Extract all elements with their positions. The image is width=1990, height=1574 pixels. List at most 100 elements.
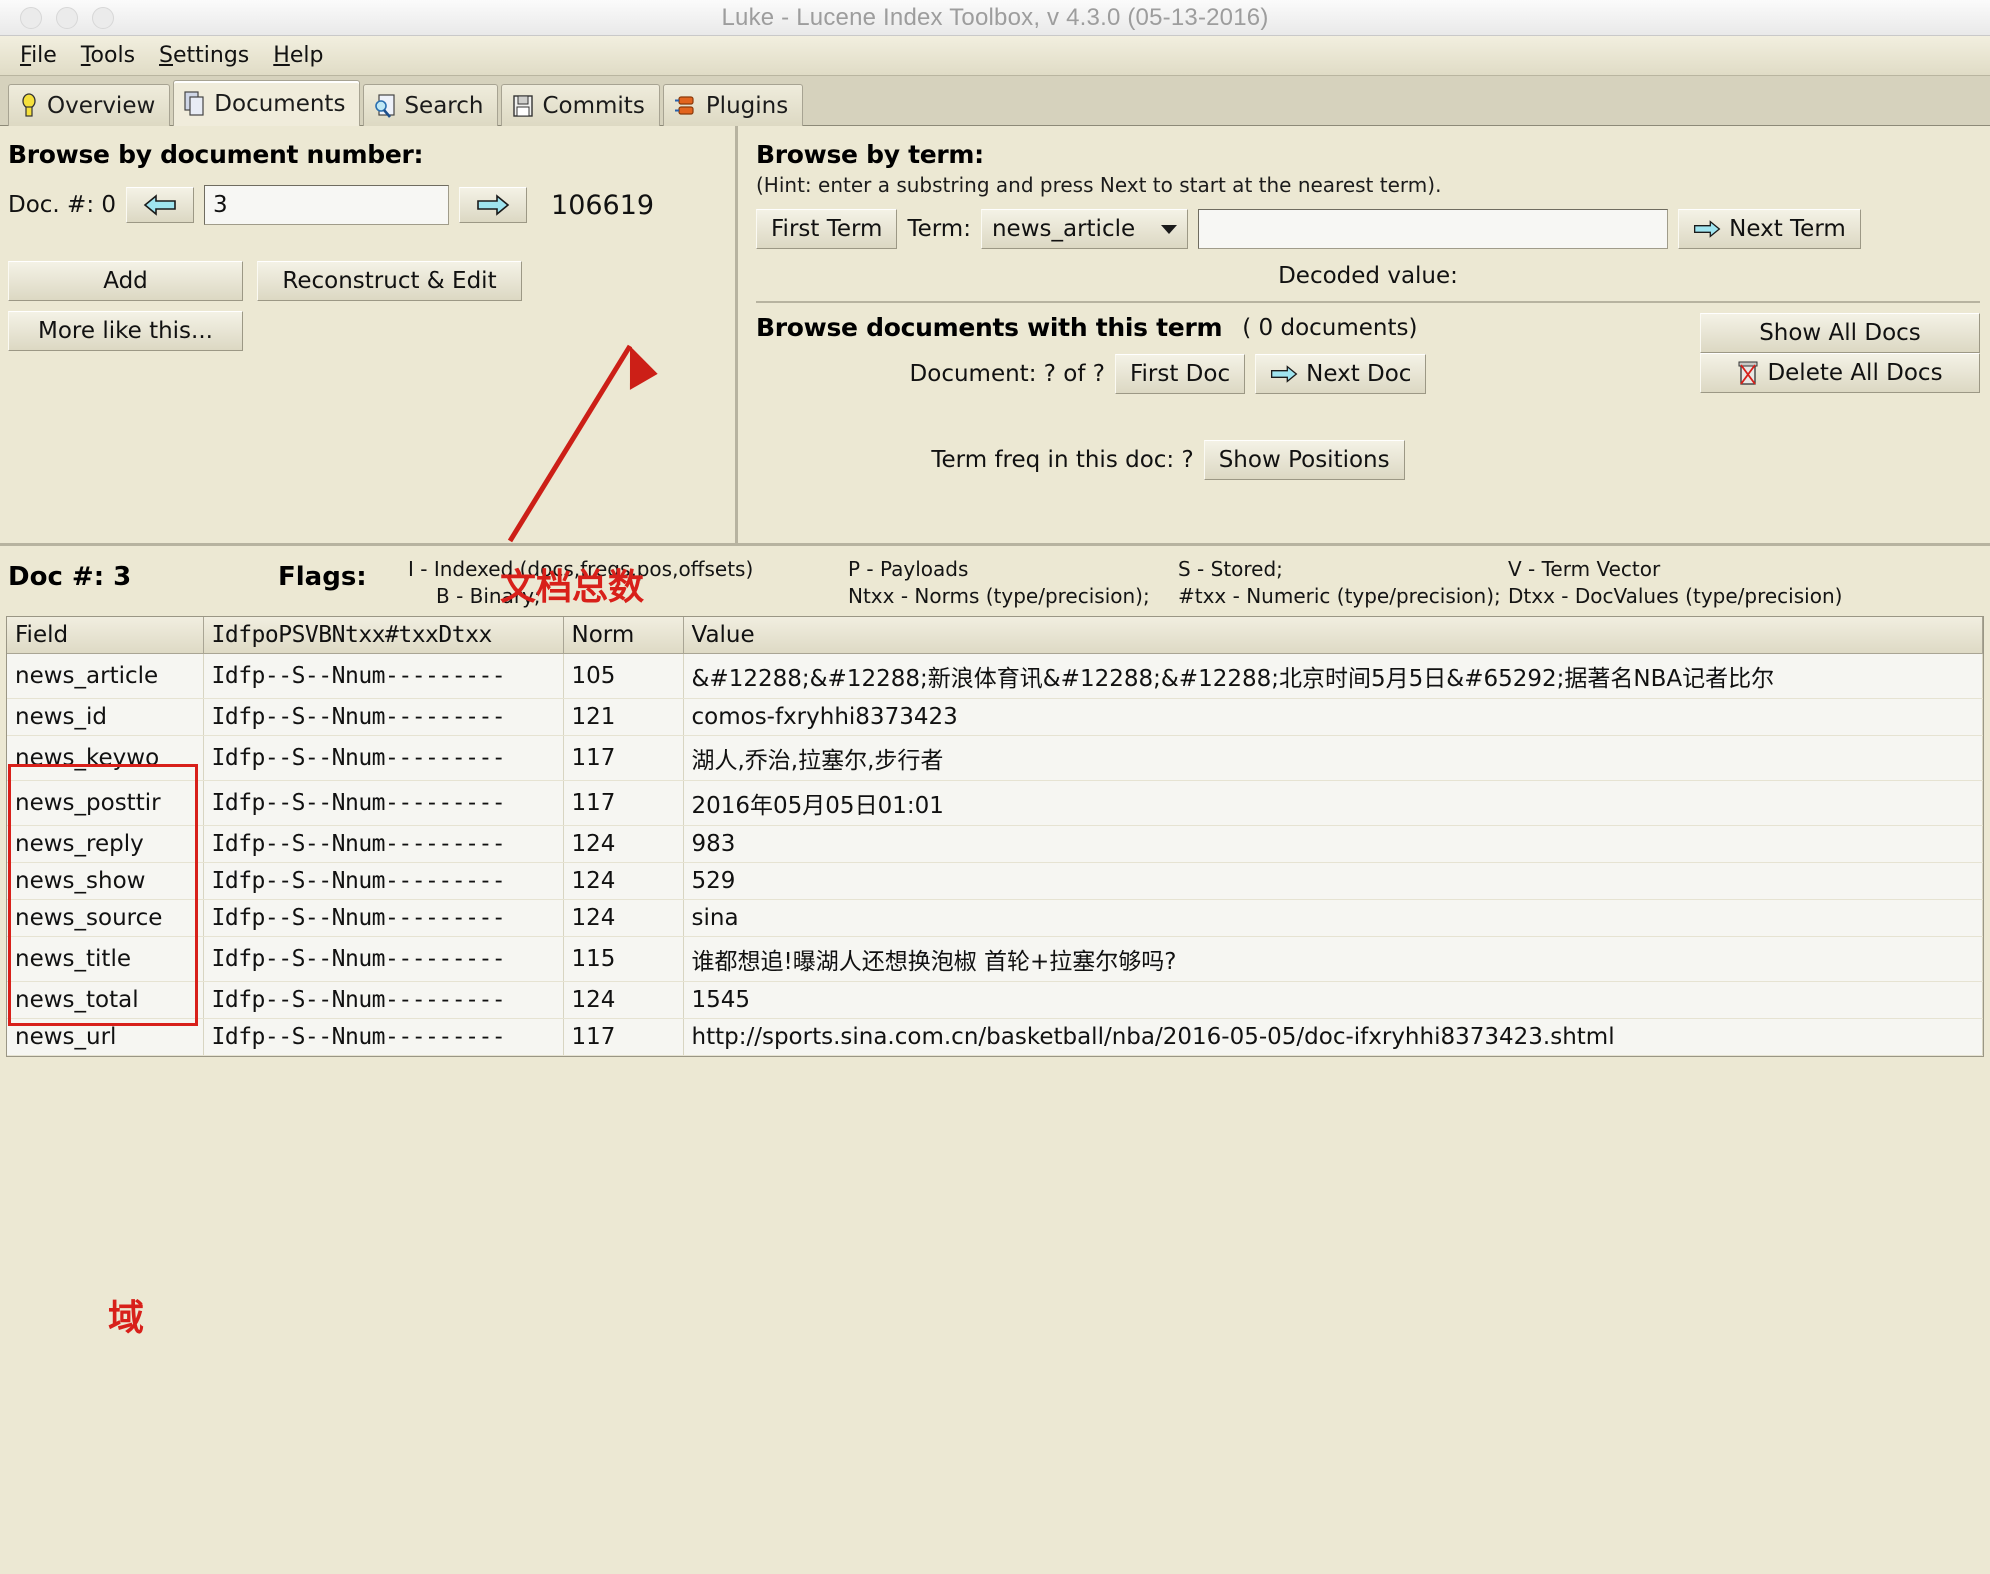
magnifier-icon bbox=[375, 93, 396, 118]
column-header-field[interactable]: Field bbox=[7, 617, 204, 654]
cell-norm[interactable]: 117 bbox=[563, 735, 684, 781]
flag-legend-docvalues: Dtxx - DocValues (type/precision) bbox=[1508, 584, 1843, 608]
cell-flags[interactable]: Idfp--S--Nnum--------- bbox=[203, 735, 564, 781]
reconstruct-and-edit-button[interactable]: Reconstruct & Edit bbox=[257, 261, 522, 301]
cell-flags[interactable]: Idfp--S--Nnum--------- bbox=[203, 981, 564, 1019]
table-row[interactable]: news_source Idfp--S--Nnum--------- 124 sina bbox=[7, 899, 1983, 937]
documents-count: ( 0 documents) bbox=[1242, 314, 1418, 341]
column-header-norm[interactable]: Norm bbox=[563, 617, 684, 654]
first-doc-button[interactable]: First Doc bbox=[1114, 354, 1246, 394]
menu-tools[interactable]: Tools bbox=[69, 41, 147, 70]
cell-norm[interactable]: 105 bbox=[563, 653, 684, 699]
table-row[interactable]: news_article Idfp--S--Nnum--------- 105 &#1… bbox=[7, 653, 1983, 699]
cell-norm[interactable]: 117 bbox=[563, 780, 684, 826]
tab-search[interactable]: Search bbox=[363, 84, 499, 126]
cell-value[interactable]: sina bbox=[683, 899, 1983, 937]
table-row[interactable]: news_id Idfp--S--Nnum--------- 121 comos-fx… bbox=[7, 698, 1983, 736]
table-row[interactable]: news_total Idfp--S--Nnum--------- 124 1545 bbox=[7, 981, 1983, 1019]
browse-by-term-panel: Browse by term: (Hint: enter a substring… bbox=[735, 126, 1990, 543]
cell-value[interactable]: http://sports.sina.com.cn/basketball/nba… bbox=[683, 1018, 1983, 1056]
cell-norm[interactable]: 124 bbox=[563, 862, 684, 900]
cell-field[interactable]: news_title bbox=[7, 936, 204, 982]
cell-field[interactable]: news_source bbox=[7, 899, 204, 937]
cell-field[interactable]: news_url bbox=[7, 1018, 204, 1056]
documents-icon bbox=[184, 90, 204, 116]
next-doc-button[interactable]: Next Doc bbox=[1255, 354, 1427, 394]
term-freq-label: Term freq in this doc: ? bbox=[931, 447, 1194, 473]
flag-legend-term-vector: V - Term Vector bbox=[1508, 557, 1661, 581]
tab-plugins[interactable]: Plugins bbox=[662, 84, 804, 126]
cell-value[interactable]: comos-fxryhhi8373423 bbox=[683, 698, 1983, 736]
cell-norm[interactable]: 124 bbox=[563, 825, 684, 863]
show-positions-button[interactable]: Show Positions bbox=[1203, 440, 1405, 480]
arrow-right-icon bbox=[1694, 220, 1721, 238]
tab-commits[interactable]: Commits bbox=[501, 84, 660, 126]
documents-panel: Browse by document number: Doc. #: 0 106… bbox=[0, 126, 1990, 1574]
cell-norm[interactable]: 124 bbox=[563, 981, 684, 1019]
previous-doc-button[interactable] bbox=[126, 187, 195, 223]
browse-by-document-panel: Browse by document number: Doc. #: 0 106… bbox=[0, 126, 735, 543]
cell-norm[interactable]: 117 bbox=[563, 1018, 684, 1056]
table-header-row: Field IdfpoPSVBNtxx#txxDtxx Norm Value bbox=[7, 617, 1983, 654]
cell-flags[interactable]: Idfp--S--Nnum--------- bbox=[203, 1018, 564, 1056]
table-row[interactable]: news_reply Idfp--S--Nnum--------- 124 983 bbox=[7, 825, 1983, 863]
menu-file[interactable]: File bbox=[8, 41, 69, 70]
tab-overview[interactable]: Overview bbox=[8, 84, 171, 126]
flags-legend: Doc #: 3 Flags: I - Indexed (docs,freqs,… bbox=[0, 546, 1990, 616]
cell-flags[interactable]: Idfp--S--Nnum--------- bbox=[203, 780, 564, 826]
cell-value[interactable]: 1545 bbox=[683, 981, 1983, 1019]
delete-all-docs-button[interactable]: Delete All Docs bbox=[1700, 353, 1980, 393]
menubar: File Tools Settings Help bbox=[0, 36, 1990, 76]
table-row[interactable]: news_show Idfp--S--Nnum--------- 124 529 bbox=[7, 862, 1983, 900]
cell-value[interactable]: 湖人,乔治,拉塞尔,步行者 bbox=[683, 735, 1983, 781]
cell-field[interactable]: news_posttir bbox=[7, 780, 204, 826]
add-document-button[interactable]: Add bbox=[8, 261, 243, 301]
menu-help[interactable]: Help bbox=[261, 41, 335, 70]
table-row[interactable]: news_url Idfp--S--Nnum--------- 117 http://… bbox=[7, 1018, 1983, 1056]
cell-field[interactable]: news_article bbox=[7, 653, 204, 699]
cell-value[interactable]: 529 bbox=[683, 862, 1983, 900]
cell-norm[interactable]: 121 bbox=[563, 698, 684, 736]
flag-legend-indexed: I - Indexed (docs,freqs,pos,offsets) bbox=[408, 557, 754, 581]
cell-flags[interactable]: Idfp--S--Nnum--------- bbox=[203, 825, 564, 863]
first-term-button[interactable]: First Term bbox=[756, 209, 898, 249]
term-field-select[interactable]: news_article bbox=[980, 209, 1189, 249]
decoded-value-label: Decoded value: bbox=[1278, 263, 1458, 289]
floppy-icon bbox=[513, 94, 534, 117]
column-header-flags[interactable]: IdfpoPSVBNtxx#txxDtxx bbox=[203, 617, 564, 654]
doc-number-label: Doc. #: 0 bbox=[8, 192, 117, 218]
table-row[interactable]: news_title Idfp--S--Nnum--------- 115 谁都想追!… bbox=[7, 936, 1983, 982]
column-header-value[interactable]: Value bbox=[683, 617, 1983, 654]
tab-documents[interactable]: Documents bbox=[173, 80, 361, 126]
arrow-left-icon bbox=[143, 194, 176, 216]
table-row[interactable]: news_keywo Idfp--S--Nnum--------- 117 湖人,乔治… bbox=[7, 735, 1983, 781]
menu-settings[interactable]: Settings bbox=[147, 41, 261, 70]
cell-flags[interactable]: Idfp--S--Nnum--------- bbox=[203, 862, 564, 900]
cell-field[interactable]: news_id bbox=[7, 698, 204, 736]
cell-value[interactable]: 谁都想追!曝湖人还想换泡椒 首轮+拉塞尔够吗? bbox=[683, 936, 1983, 982]
cell-flags[interactable]: Idfp--S--Nnum--------- bbox=[203, 698, 564, 736]
more-like-this-button[interactable]: More like this... bbox=[8, 311, 243, 351]
cell-field[interactable]: news_keywo bbox=[7, 735, 204, 781]
cell-norm[interactable]: 124 bbox=[563, 899, 684, 937]
table-row[interactable]: news_posttir Idfp--S--Nnum--------- 117 201… bbox=[7, 780, 1983, 826]
cell-flags[interactable]: Idfp--S--Nnum--------- bbox=[203, 936, 564, 982]
cell-flags[interactable]: Idfp--S--Nnum--------- bbox=[203, 899, 564, 937]
next-doc-number-button[interactable] bbox=[459, 187, 528, 223]
browse-by-term-hint: (Hint: enter a substring and press Next … bbox=[756, 173, 1442, 197]
flag-legend-numeric: #txx - Numeric (type/precision); bbox=[1178, 584, 1501, 608]
cell-value[interactable]: 2016年05月05日01:01 bbox=[683, 780, 1983, 826]
cell-field[interactable]: news_show bbox=[7, 862, 204, 900]
table-body: news_article Idfp--S--Nnum--------- 105 &#1… bbox=[7, 653, 1983, 1056]
term-search-input[interactable] bbox=[1198, 209, 1669, 249]
cell-value[interactable]: 983 bbox=[683, 825, 1983, 863]
cell-norm[interactable]: 115 bbox=[563, 936, 684, 982]
cell-flags[interactable]: Idfp--S--Nnum--------- bbox=[203, 653, 564, 699]
total-documents-count: 106619 bbox=[551, 189, 655, 221]
cell-value[interactable]: &#12288;&#12288;新浪体育讯&#12288;&#12288;北京时… bbox=[683, 653, 1983, 699]
doc-number-input[interactable] bbox=[204, 185, 450, 225]
show-all-docs-button[interactable]: Show All Docs bbox=[1700, 313, 1980, 353]
next-term-button[interactable]: Next Term bbox=[1678, 209, 1861, 249]
cell-field[interactable]: news_reply bbox=[7, 825, 204, 863]
cell-field[interactable]: news_total bbox=[7, 981, 204, 1019]
